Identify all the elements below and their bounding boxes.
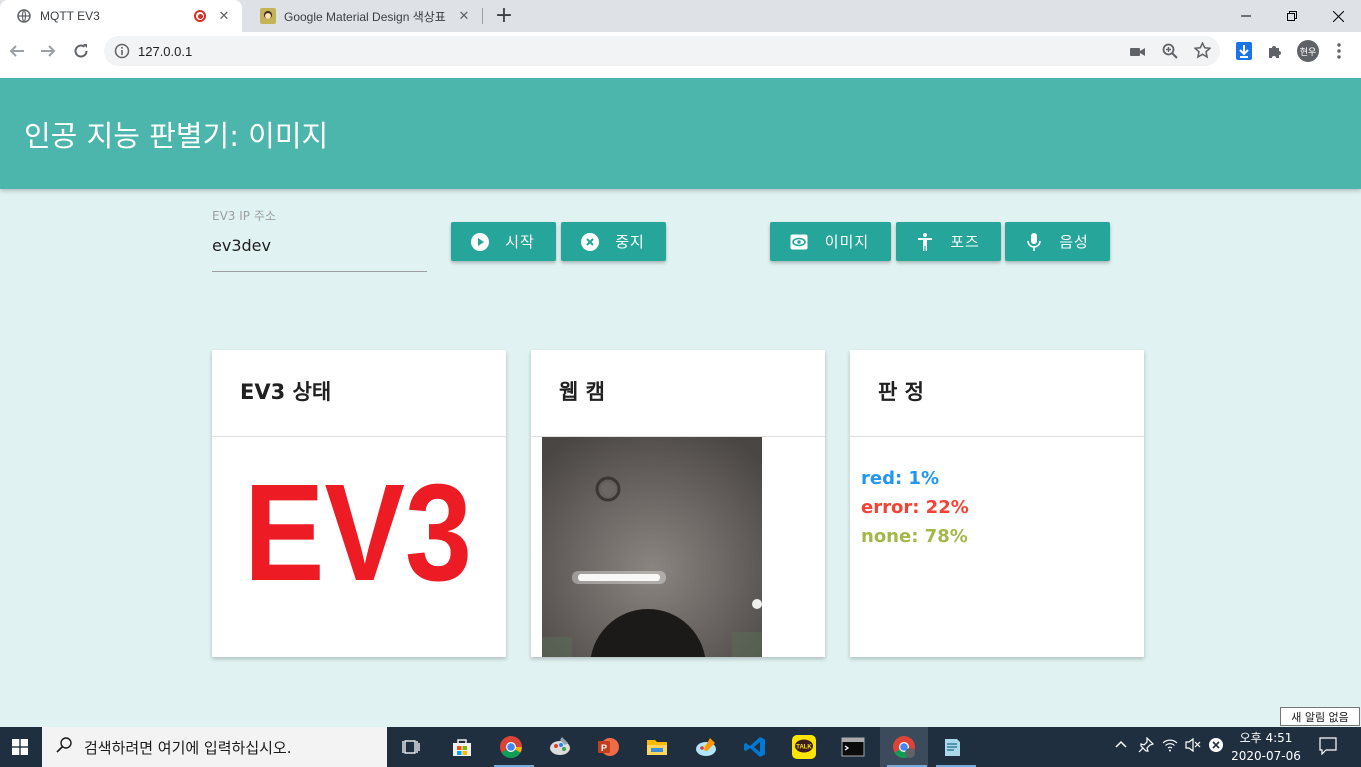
cancel-circle-icon	[580, 232, 600, 252]
ip-field-underline	[212, 271, 427, 272]
judgement-card: 판 정 red: 1% error: 22% none: 78%	[850, 350, 1144, 657]
forward-icon[interactable]	[37, 40, 59, 62]
ev3-ip-field[interactable]: EV3 IP 주소 ev3dev	[212, 208, 427, 272]
material-favicon-icon	[260, 8, 276, 24]
result-none: none: 78%	[861, 526, 968, 547]
start-button[interactable]: 시작	[451, 222, 556, 261]
terminal-app-icon[interactable]	[841, 735, 865, 759]
notepad-app-icon[interactable]	[940, 735, 964, 759]
page-title: 인공 지능 판별기: 이미지	[24, 119, 329, 153]
volume-muted-icon[interactable]	[1185, 737, 1201, 756]
powerpoint-app-icon[interactable]: P	[596, 735, 620, 759]
accessibility-person-icon	[915, 232, 935, 252]
tray-chevron-up-icon[interactable]	[1114, 737, 1128, 754]
taskbar-clock[interactable]: 오후 4:51 2020-07-06	[1226, 729, 1306, 765]
info-icon[interactable]	[114, 43, 130, 63]
card-title: EV3 상태	[240, 380, 332, 404]
kakaotalk-app-icon[interactable]: TALK	[792, 735, 816, 759]
recording-icon	[194, 10, 206, 22]
app-header: 인공 지능 판별기: 이미지	[0, 78, 1361, 189]
download-icon[interactable]	[1233, 40, 1255, 62]
minimize-button[interactable]	[1223, 0, 1269, 32]
pose-button-label: 포즈	[950, 233, 980, 251]
clock-date: 2020-07-06	[1231, 749, 1301, 763]
tab-title: Google Material Design 색상표	[284, 9, 446, 24]
search-icon	[56, 737, 72, 757]
stop-button[interactable]: 중지	[561, 222, 666, 261]
vscode-app-icon[interactable]	[743, 735, 767, 759]
menu-kebab-icon[interactable]	[1328, 40, 1350, 62]
card-divider	[212, 436, 506, 437]
close-tab-icon[interactable]: ✕	[456, 8, 472, 24]
image-eye-icon	[789, 232, 809, 252]
play-circle-icon	[470, 232, 490, 252]
webcam-card: 웹 캠	[531, 350, 825, 657]
paint-app-icon[interactable]	[548, 735, 572, 759]
windows-taskbar: 검색하려면 여기에 입력하십시오. P TALK 오후 4:51 2020-07…	[0, 727, 1361, 767]
new-tab-button[interactable]: +	[494, 4, 514, 28]
store-app-icon[interactable]	[450, 735, 474, 759]
profile-avatar[interactable]: 현우	[1297, 40, 1319, 62]
url-text: 127.0.0.1	[138, 43, 193, 59]
toolbar-bottom-strip	[0, 70, 1361, 78]
back-icon[interactable]	[6, 40, 28, 62]
ip-field-label: EV3 IP 주소	[212, 209, 276, 223]
image-mode-button[interactable]: 이미지	[770, 222, 891, 261]
tab-material-colors[interactable]: Google Material Design 색상표 ✕	[244, 0, 482, 32]
image-button-label: 이미지	[824, 233, 870, 251]
file-explorer-icon[interactable]	[645, 735, 669, 759]
task-view-icon[interactable]	[400, 735, 424, 759]
reload-icon[interactable]	[70, 40, 92, 62]
globe-icon	[16, 8, 32, 24]
clock-time: 오후 4:51	[1239, 731, 1293, 745]
start-button-label: 시작	[505, 233, 535, 251]
voice-button-label: 음성	[1059, 233, 1089, 251]
close-tab-icon[interactable]: ✕	[216, 8, 232, 24]
card-title: 판 정	[878, 380, 924, 404]
stop-button-label: 중지	[615, 233, 645, 251]
chrome-profile-app-icon[interactable]	[892, 735, 916, 759]
webcam-feed-image	[542, 437, 762, 657]
taskbar-search-box[interactable]: 검색하려면 여기에 입력하십시오.	[42, 727, 387, 767]
network-error-icon[interactable]	[1208, 737, 1224, 756]
result-list: red: 1% error: 22% none: 78%	[861, 464, 969, 551]
restore-button[interactable]	[1269, 0, 1315, 32]
windows-start-button[interactable]	[0, 727, 40, 767]
chrome-app-icon[interactable]	[499, 735, 523, 759]
card-divider	[850, 436, 1144, 437]
svg-text:P: P	[601, 743, 607, 753]
pose-mode-button[interactable]: 포즈	[896, 222, 1001, 261]
address-bar[interactable]: 127.0.0.1	[104, 36, 1220, 66]
voice-mode-button[interactable]: 음성	[1005, 222, 1110, 261]
microphone-icon	[1024, 232, 1044, 252]
tab-title: MQTT EV3	[40, 9, 100, 23]
tab-separator	[482, 8, 483, 24]
wifi-icon[interactable]	[1162, 737, 1178, 756]
ev3-logo-image: EV3	[244, 470, 472, 600]
svg-text:TALK: TALK	[796, 745, 812, 751]
notification-tooltip: 새 알림 없음	[1280, 707, 1360, 726]
windows-logo-icon	[12, 739, 28, 755]
camera-icon[interactable]	[1130, 44, 1146, 63]
close-window-button[interactable]	[1315, 0, 1361, 32]
ev3-status-card: EV3 상태 EV3	[212, 350, 506, 657]
pin-icon[interactable]	[1138, 736, 1155, 756]
action-center-icon[interactable]	[1319, 737, 1337, 758]
browser-tab-strip: MQTT EV3 ✕ Google Material Design 색상표 ✕ …	[0, 0, 1361, 32]
browser-toolbar: 127.0.0.1	[0, 32, 1361, 70]
zoom-icon[interactable]	[1162, 43, 1178, 63]
ev3-logo-text: EV3	[244, 470, 472, 600]
bookmark-star-icon[interactable]	[1193, 41, 1212, 63]
tab-mqtt-ev3[interactable]: MQTT EV3 ✕	[0, 0, 242, 32]
extensions-puzzle-icon[interactable]	[1264, 40, 1286, 62]
result-red: red: 1%	[861, 468, 939, 489]
card-title: 웹 캠	[559, 380, 605, 404]
ip-field-value[interactable]: ev3dev	[212, 236, 427, 256]
paint3d-app-icon[interactable]	[694, 735, 718, 759]
search-placeholder: 검색하려면 여기에 입력하십시오.	[84, 738, 292, 757]
result-error: error: 22%	[861, 497, 969, 518]
